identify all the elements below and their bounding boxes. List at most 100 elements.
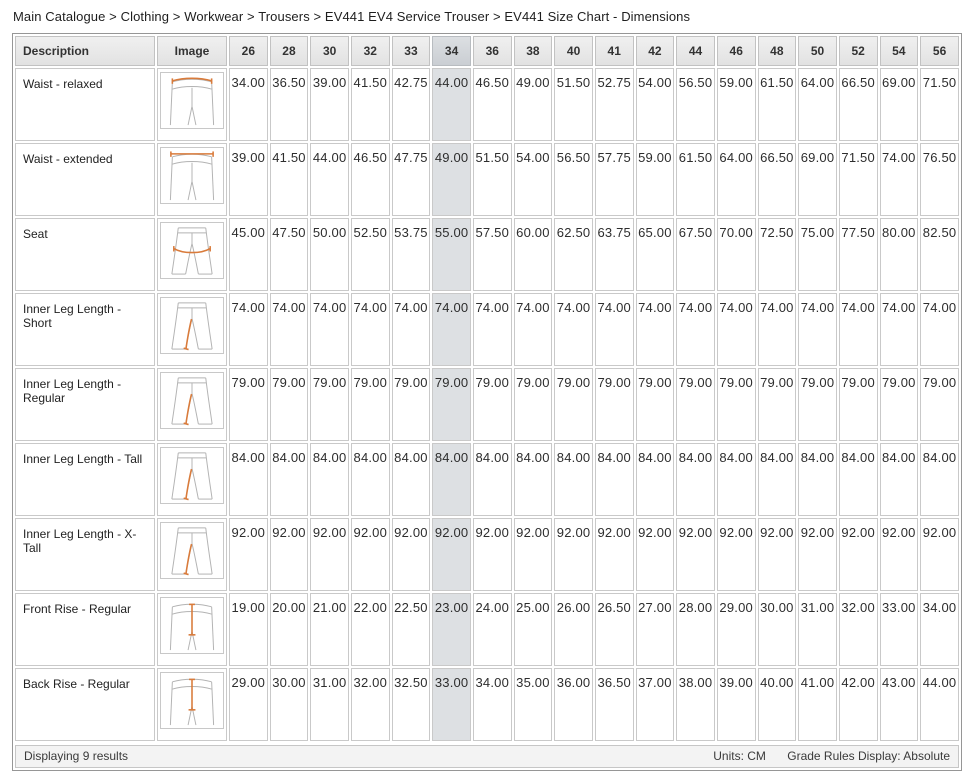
size-value-cell: 57.75 <box>595 143 634 216</box>
size-value-cell: 23.00 <box>432 593 471 666</box>
size-value-cell: 29.00 <box>717 593 756 666</box>
breadcrumb-item[interactable]: Clothing <box>121 9 170 24</box>
size-value-cell: 79.00 <box>351 368 390 441</box>
size-value-cell: 42.00 <box>839 668 878 741</box>
size-value-cell: 22.50 <box>392 593 431 666</box>
size-value-cell: 71.50 <box>839 143 878 216</box>
row-image-cell <box>157 593 227 666</box>
size-value-cell: 34.00 <box>920 593 959 666</box>
size-value-cell: 44.00 <box>432 68 471 141</box>
column-header-image: Image <box>157 36 227 66</box>
size-value-cell: 31.00 <box>798 593 837 666</box>
size-value-cell: 45.00 <box>229 218 268 291</box>
seat-diagram <box>161 223 223 278</box>
size-value-cell: 79.00 <box>432 368 471 441</box>
inner-leg-diagram <box>161 448 223 503</box>
size-value-cell: 92.00 <box>554 518 593 591</box>
column-header-size-54: 54 <box>880 36 919 66</box>
inner-leg-diagram <box>161 298 223 353</box>
size-value-cell: 79.00 <box>880 368 919 441</box>
size-value-cell: 74.00 <box>310 293 349 366</box>
size-value-cell: 36.50 <box>270 68 309 141</box>
size-value-cell: 44.00 <box>920 668 959 741</box>
size-value-cell: 92.00 <box>270 518 309 591</box>
column-header-size-48: 48 <box>758 36 797 66</box>
size-value-cell: 84.00 <box>920 443 959 516</box>
trouser-image <box>160 222 224 279</box>
breadcrumb-separator: > <box>169 9 184 24</box>
waist-relaxed-diagram <box>161 73 223 128</box>
size-value-cell: 51.50 <box>473 143 512 216</box>
column-header-description: Description <box>15 36 155 66</box>
size-value-cell: 25.00 <box>514 593 553 666</box>
size-value-cell: 66.50 <box>758 143 797 216</box>
size-value-cell: 34.00 <box>473 668 512 741</box>
size-value-cell: 74.00 <box>473 293 512 366</box>
column-header-size-40: 40 <box>554 36 593 66</box>
size-value-cell: 46.50 <box>473 68 512 141</box>
trouser-image <box>160 522 224 579</box>
trouser-image <box>160 372 224 429</box>
column-header-size-44: 44 <box>676 36 715 66</box>
waist-extended-diagram <box>161 148 223 203</box>
row-image-cell <box>157 293 227 366</box>
size-value-cell: 38.00 <box>676 668 715 741</box>
breadcrumb-item[interactable]: EV441 Size Chart - Dimensions <box>504 9 690 24</box>
size-value-cell: 79.00 <box>920 368 959 441</box>
column-header-size-28: 28 <box>270 36 309 66</box>
size-value-cell: 74.00 <box>270 293 309 366</box>
size-value-cell: 59.00 <box>717 68 756 141</box>
size-value-cell: 79.00 <box>310 368 349 441</box>
table-row: Back Rise - Regular29.0030.0031.0032.003… <box>15 668 959 741</box>
size-value-cell: 43.00 <box>880 668 919 741</box>
size-value-cell: 74.00 <box>676 293 715 366</box>
size-value-cell: 74.00 <box>554 293 593 366</box>
size-value-cell: 21.00 <box>310 593 349 666</box>
size-value-cell: 79.00 <box>717 368 756 441</box>
table-header-row: DescriptionImage262830323334363840414244… <box>15 36 959 66</box>
row-description: Inner Leg Length - X-Tall <box>15 518 155 591</box>
size-value-cell: 92.00 <box>758 518 797 591</box>
size-value-cell: 39.00 <box>229 143 268 216</box>
column-header-size-34: 34 <box>432 36 471 66</box>
breadcrumb-item[interactable]: Main Catalogue <box>13 9 105 24</box>
size-value-cell: 92.00 <box>595 518 634 591</box>
size-value-cell: 36.50 <box>595 668 634 741</box>
size-value-cell: 84.00 <box>636 443 675 516</box>
size-value-cell: 41.50 <box>351 68 390 141</box>
size-value-cell: 31.00 <box>310 668 349 741</box>
size-value-cell: 67.50 <box>676 218 715 291</box>
row-image-cell <box>157 143 227 216</box>
inner-leg-diagram <box>161 373 223 428</box>
size-value-cell: 74.00 <box>920 293 959 366</box>
breadcrumb-item[interactable]: Trousers <box>258 9 310 24</box>
size-value-cell: 84.00 <box>717 443 756 516</box>
size-value-cell: 84.00 <box>310 443 349 516</box>
size-value-cell: 79.00 <box>758 368 797 441</box>
trouser-image <box>160 447 224 504</box>
size-value-cell: 57.50 <box>473 218 512 291</box>
size-value-cell: 74.00 <box>839 293 878 366</box>
size-value-cell: 37.00 <box>636 668 675 741</box>
size-value-cell: 32.00 <box>839 593 878 666</box>
size-value-cell: 82.50 <box>920 218 959 291</box>
row-image-cell <box>157 443 227 516</box>
size-value-cell: 74.00 <box>636 293 675 366</box>
size-value-cell: 30.00 <box>758 593 797 666</box>
size-value-cell: 49.00 <box>432 143 471 216</box>
size-value-cell: 92.00 <box>880 518 919 591</box>
breadcrumb-item[interactable]: EV441 EV4 Service Trouser <box>325 9 489 24</box>
row-image-cell <box>157 218 227 291</box>
size-value-cell: 66.50 <box>839 68 878 141</box>
inner-leg-diagram <box>161 523 223 578</box>
size-value-cell: 61.50 <box>676 143 715 216</box>
size-value-cell: 61.50 <box>758 68 797 141</box>
trouser-image <box>160 297 224 354</box>
breadcrumb-item[interactable]: Workwear <box>184 9 243 24</box>
breadcrumb-separator: > <box>310 9 325 24</box>
size-value-cell: 26.50 <box>595 593 634 666</box>
size-value-cell: 39.00 <box>717 668 756 741</box>
size-value-cell: 33.00 <box>432 668 471 741</box>
size-value-cell: 33.00 <box>880 593 919 666</box>
size-value-cell: 92.00 <box>432 518 471 591</box>
